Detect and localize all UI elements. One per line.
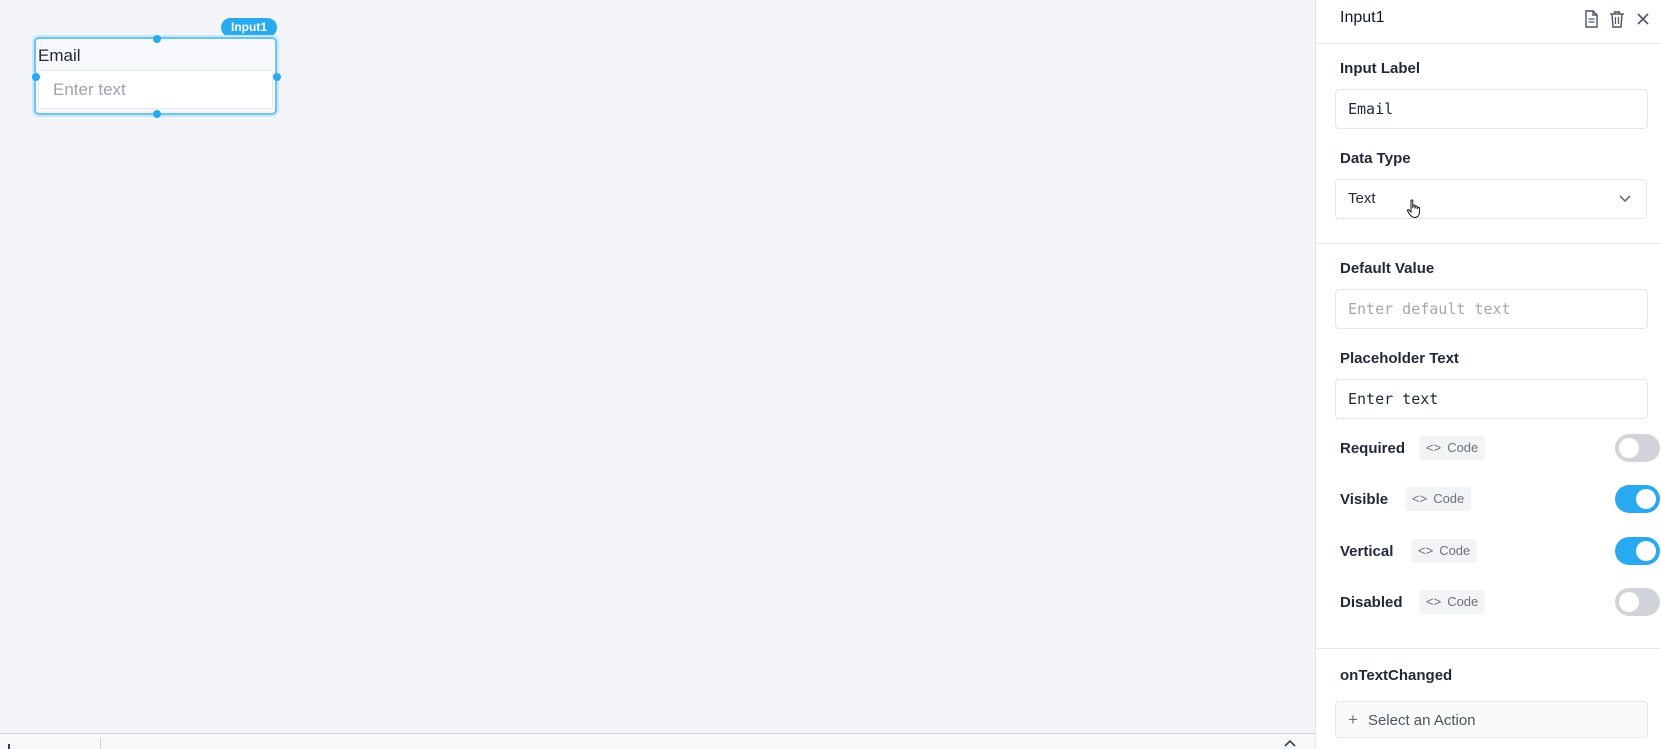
disabled-code-chip[interactable]: <> Code	[1419, 590, 1486, 614]
default-value-heading: Default Value	[1340, 260, 1435, 277]
code-chip-label: Code	[1447, 440, 1479, 455]
document-icon[interactable]	[1581, 9, 1601, 29]
plus-icon: +	[1348, 710, 1358, 729]
app-root: Input1 Email Enter text Input1 Input Lab…	[0, 0, 1661, 749]
placeholder-text-field[interactable]: Enter text	[1335, 379, 1648, 419]
required-code-chip[interactable]: <> Code	[1419, 436, 1486, 460]
property-panel: Input1 Input Label Email Data Type Text …	[1315, 0, 1661, 749]
vertical-toggle[interactable]	[1615, 537, 1660, 565]
placeholder-text-heading: Placeholder Text	[1340, 350, 1459, 367]
code-icon: <>	[1426, 594, 1442, 609]
required-row: Required <> Code	[1340, 434, 1660, 464]
resize-handle-right[interactable]	[273, 73, 281, 81]
widget-name-badge[interactable]: Input1	[221, 18, 277, 37]
vertical-row: Vertical <> Code	[1340, 537, 1660, 567]
canvas[interactable]: Input1 Email Enter text	[0, 0, 1315, 749]
select-action-label: Select an Action	[1367, 712, 1476, 729]
close-icon[interactable]	[1633, 9, 1653, 29]
code-icon: <>	[1412, 491, 1428, 506]
disabled-label: Disabled	[1340, 594, 1403, 611]
input-widget[interactable]: Email Enter text	[34, 37, 277, 115]
code-chip-label: Code	[1433, 491, 1465, 506]
vertical-code-chip[interactable]: <> Code	[1411, 539, 1478, 563]
code-chip-label: Code	[1447, 594, 1479, 609]
bottom-bar-marker	[8, 744, 10, 749]
trash-icon[interactable]	[1607, 9, 1627, 29]
data-type-heading: Data Type	[1340, 150, 1411, 167]
visible-label: Visible	[1340, 491, 1389, 508]
resize-handle-bottom[interactable]	[153, 110, 161, 118]
data-type-select[interactable]: Text	[1335, 179, 1647, 219]
visible-row: Visible <> Code	[1340, 485, 1660, 515]
disabled-row: Disabled <> Code	[1340, 588, 1660, 618]
resize-handle-left[interactable]	[32, 73, 40, 81]
panel-header: Input1	[1316, 0, 1661, 44]
widget-label: Email	[38, 46, 81, 65]
visible-code-chip[interactable]: <> Code	[1405, 487, 1472, 511]
code-icon: <>	[1426, 440, 1442, 455]
disabled-toggle[interactable]	[1615, 588, 1660, 616]
panel-title: Input1	[1340, 9, 1385, 26]
required-toggle[interactable]	[1615, 434, 1660, 462]
hand-cursor-icon	[1406, 199, 1422, 224]
input-label-heading: Input Label	[1340, 60, 1420, 77]
section-divider	[1316, 648, 1661, 649]
input-label-field[interactable]: Email	[1335, 89, 1648, 129]
vertical-label: Vertical	[1340, 543, 1394, 560]
data-type-value: Text	[1348, 190, 1376, 207]
visible-toggle[interactable]	[1615, 485, 1660, 513]
bottom-bar-separator	[100, 738, 101, 749]
on-text-changed-heading: onTextChanged	[1340, 667, 1453, 684]
code-chip-label: Code	[1439, 543, 1471, 558]
default-value-field[interactable]: Enter default text	[1335, 289, 1648, 329]
chevron-down-icon	[1618, 180, 1632, 218]
bottom-bar	[0, 733, 1315, 749]
select-action-button[interactable]: + Select an Action	[1335, 701, 1648, 738]
required-label: Required	[1340, 440, 1406, 457]
chevron-up-icon[interactable]	[1284, 737, 1296, 749]
resize-handle-top[interactable]	[153, 35, 161, 43]
widget-input-field[interactable]: Enter text	[38, 70, 273, 109]
code-icon: <>	[1418, 543, 1434, 558]
section-divider	[1316, 243, 1661, 244]
